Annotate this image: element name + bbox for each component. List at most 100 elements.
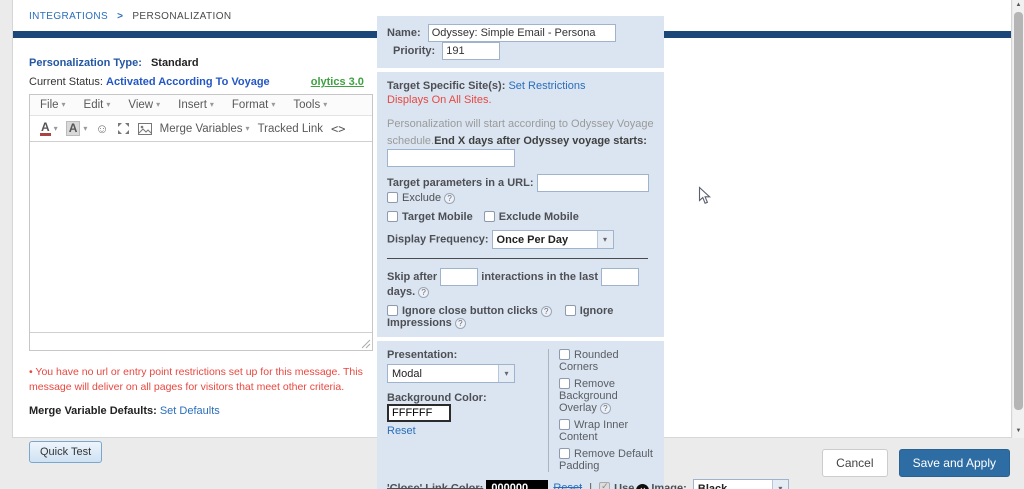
exclude-label: Exclude [402,192,441,204]
target-params-label: Target parameters in a URL: [387,177,534,189]
remove-padding-row: Remove Default Padding [559,448,654,472]
ignore-impressions-checkbox[interactable] [565,305,576,316]
help-icon[interactable] [541,306,552,317]
rounded-corners-row: Rounded Corners [559,349,654,373]
personalization-type-row: Personalization Type: Standard [29,57,373,69]
chevron-down-icon [62,100,66,109]
fullscreen-icon[interactable] [117,122,130,135]
menu-tools[interactable]: Tools [293,99,327,111]
close-link-color-input[interactable] [486,480,548,489]
display-frequency-select[interactable]: Once Per Day [492,230,614,249]
target-params-input[interactable] [537,174,649,192]
menu-format[interactable]: Format [232,99,275,111]
target-mobile-label: Target Mobile [402,211,473,223]
image-select[interactable]: Black [693,479,789,489]
image-icon[interactable] [138,123,152,135]
close-x-icon [636,484,649,489]
voyage-starts-input[interactable] [387,149,515,167]
targeting-section: Target Specific Site(s): Set Restriction… [377,72,664,337]
ignore-close-label: Ignore close button clicks [402,305,538,317]
ignore-close-checkbox[interactable] [387,305,398,316]
help-icon[interactable] [418,287,429,298]
scrollbar-thumb[interactable] [1014,12,1023,410]
presentation-select[interactable]: Modal [387,364,515,383]
interactions-label: interactions in the last [481,271,598,283]
scroll-up-icon[interactable]: ▲ [1013,0,1024,10]
editor-statusbar [30,332,372,350]
breadcrumb-separator: > [117,11,123,22]
pipe-separator: | [589,482,592,489]
chevron-down-icon [597,231,613,248]
target-sites-label: Target Specific Site(s): [387,80,505,92]
background-color-label: Background Color: [387,392,487,404]
help-icon[interactable] [600,403,611,414]
voyage-schedule-row: Personalization will start according to … [387,116,654,167]
priority-input[interactable] [442,42,500,60]
current-status-row: Current Status: Activated According To V… [29,76,373,88]
background-color-input[interactable] [387,404,451,422]
merge-variable-defaults-row: Merge Variable Defaults: Set Defaults [29,405,373,417]
mobile-row: Target Mobile Exclude Mobile [387,211,654,223]
target-params-row: Target parameters in a URL: Exclude [387,174,654,204]
save-and-apply-button[interactable]: Save and Apply [899,449,1010,477]
days-label: days. [387,286,415,298]
divider [387,258,648,259]
name-label: Name: [387,27,421,39]
olytics-link[interactable]: olytics 3.0 [311,76,364,88]
breadcrumb-integrations[interactable]: INTEGRATIONS [29,11,108,22]
exclude-mobile-checkbox[interactable] [484,211,495,222]
close-reset-link[interactable]: Reset [553,482,582,489]
skip-after-label: Skip after [387,271,437,283]
display-frequency-label: Display Frequency: [387,233,488,245]
set-defaults-link[interactable]: Set Defaults [160,405,220,417]
chevron-down-icon [772,480,788,489]
menu-file[interactable]: File [40,99,66,111]
menu-edit[interactable]: Edit [84,99,111,111]
background-reset-link[interactable]: Reset [387,425,416,437]
current-status-value[interactable]: Activated According To Voyage [106,76,270,88]
presentation-label: Presentation: [387,349,540,361]
main-panel: INTEGRATIONS>PERSONALIZATION Personaliza… [12,0,1012,438]
editor-toolbar: A A ☺ Merge Variables Tracked Link <> [30,116,372,142]
days-count-input[interactable] [601,268,639,286]
remove-padding-label: Remove Default Padding [559,448,653,472]
menu-insert[interactable]: Insert [178,99,214,111]
code-icon[interactable]: <> [331,122,345,136]
exclude-checkbox[interactable] [387,192,398,203]
wrap-inner-checkbox[interactable] [559,419,570,430]
quick-test-button[interactable]: Quick Test [29,441,102,463]
cancel-button[interactable]: Cancel [822,449,887,477]
menu-view[interactable]: View [128,99,160,111]
vertical-scrollbar[interactable]: ▲ ▼ [1013,0,1024,438]
tracked-link-button[interactable]: Tracked Link [258,123,323,135]
personalization-type-value: Standard [151,57,199,69]
displays-all-sites-text: Displays On All Sites. [387,94,654,106]
end-x-days-label: End X days after Odyssey voyage starts: [434,135,647,147]
remove-overlay-row: Remove Background Overlay [559,378,654,414]
remove-padding-checkbox[interactable] [559,448,570,459]
help-icon[interactable] [444,193,455,204]
target-mobile-checkbox[interactable] [387,211,398,222]
close-link-color-label: 'Close' Link Color: [387,482,483,489]
target-sites-row: Target Specific Site(s): Set Restriction… [387,80,654,92]
editor-content-area[interactable] [30,142,372,332]
skip-count-input[interactable] [440,268,478,286]
chevron-down-icon [83,124,87,133]
chevron-down-icon [271,100,275,109]
chevron-down-icon [54,124,58,133]
rounded-corners-checkbox[interactable] [559,349,570,360]
close-link-color-row: 'Close' Link Color: Reset | UseImage: Bl… [387,479,654,489]
help-icon[interactable] [455,318,466,329]
background-color-icon[interactable]: A [66,121,88,136]
remove-overlay-checkbox[interactable] [559,378,570,389]
emoticons-icon[interactable]: ☺ [95,121,108,136]
resize-grip-icon[interactable] [361,339,371,349]
text-color-icon[interactable]: A [40,121,58,136]
display-frequency-row: Display Frequency: Once Per Day [387,230,654,249]
name-input[interactable] [428,24,616,42]
use-image-checkbox[interactable] [599,482,610,489]
scroll-down-icon[interactable]: ▼ [1013,426,1024,436]
merge-variables-button[interactable]: Merge Variables [160,123,250,135]
presentation-section: Presentation: Modal Background Color: Re… [377,341,664,489]
set-restrictions-link[interactable]: Set Restrictions [508,80,585,92]
